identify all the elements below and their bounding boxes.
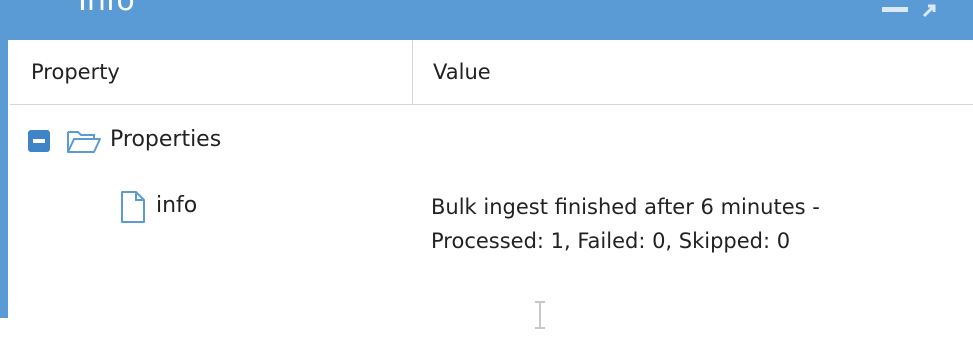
window-title: Info [78,0,135,18]
collapse-minus-icon[interactable] [28,130,50,152]
property-value-line-2: Processed: 1, Failed: 0, Skipped: 0 [431,229,791,253]
column-header-value[interactable]: Value [433,40,491,104]
table-row[interactable]: info Bulk ingest finished after 6 minute… [8,184,971,274]
property-value-line-1: Bulk ingest finished after 6 minutes - [431,195,820,219]
column-divider[interactable] [412,40,413,104]
info-window: Info Property Value Properties info Bulk… [0,0,973,318]
group-label: Properties [110,127,222,152]
tree-group-row[interactable]: Properties [8,118,971,164]
table-header: Property Value [10,40,973,105]
restore-icon[interactable] [920,2,946,22]
column-header-property[interactable]: Property [31,40,120,104]
minimize-icon[interactable] [880,2,910,22]
folder-open-icon [66,126,102,160]
file-icon [120,190,146,228]
title-bar[interactable]: Info [0,0,973,40]
property-name: info [156,193,198,218]
text-cursor-icon [532,300,548,334]
